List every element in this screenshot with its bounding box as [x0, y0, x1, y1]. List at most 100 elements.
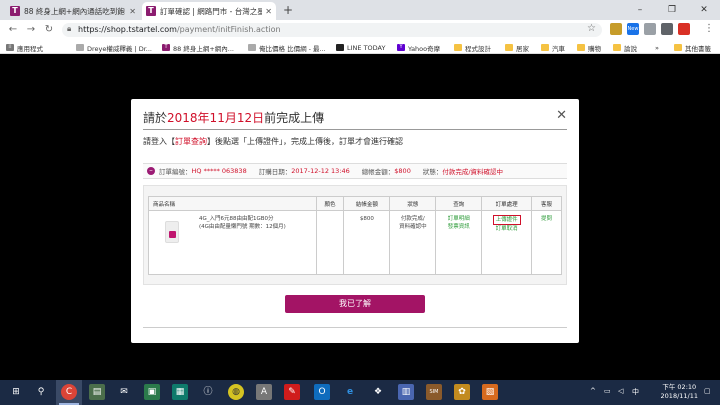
product-cell: 4G_入門6元88由由配1GB0分 (4G由由配量懶門號 期數：12個月): [148, 210, 317, 275]
mail-icon[interactable]: ✉: [116, 384, 132, 400]
acrobat-icon[interactable]: ✎: [284, 384, 300, 400]
bookmark-folder-car[interactable]: 汽車: [541, 42, 565, 53]
url-host: https://shop.tstartel.com: [78, 24, 177, 34]
browser-tab-order-confirm[interactable]: T 訂單確認 | 網路門市 - 台灣之星 ✕: [142, 2, 276, 20]
close-window-button[interactable]: ✕: [688, 0, 720, 20]
reload-icon[interactable]: ↻: [42, 23, 56, 37]
bookmark-tstar[interactable]: T 88 終身上網+網內...: [162, 42, 234, 53]
tab-close-icon[interactable]: ✕: [265, 7, 272, 16]
bookmark-dreye[interactable]: Dreye權威釋義 | Dr...: [76, 42, 152, 53]
app-icon[interactable]: ▧: [482, 384, 498, 400]
tstar-favicon-icon: T: [162, 44, 170, 51]
collapse-minus-icon[interactable]: –: [147, 167, 155, 175]
bookmark-folder-programming[interactable]: 程式設計: [454, 42, 491, 53]
action-cell: 上傳證件 訂單取消: [481, 210, 533, 275]
extension-icon[interactable]: [661, 23, 673, 35]
new-tab-button[interactable]: +: [283, 3, 293, 17]
yahoo-icon: Y: [397, 44, 405, 51]
taskbar-clock[interactable]: 下午 02:10 2018/11/11: [661, 383, 698, 401]
table-header-row: 商品名稱 顏色 結帳金額 狀態 查詢 訂單處理 客服: [148, 196, 562, 211]
bookmark-line-today[interactable]: LINE TODAY: [336, 42, 385, 53]
cloud-extension-icon[interactable]: [644, 23, 656, 35]
col-price: 結帳金額: [343, 196, 391, 211]
notification-icon[interactable]: ▢: [704, 387, 711, 395]
maximize-button[interactable]: ❐: [656, 0, 688, 20]
deadline-date: 2018年11月12日: [167, 111, 265, 125]
bookmark-price-compare[interactable]: 俺比價格 比價網 - 最...: [248, 42, 326, 53]
bookmark-folder-home[interactable]: 居家: [505, 42, 529, 53]
forward-arrow-icon[interactable]: →: [24, 23, 38, 37]
page-backdrop: 請於2018年11月12日前完成上傳 ✕ 請登入【訂單查詢】後點選「上傳證件」，…: [0, 54, 720, 380]
acknowledge-button[interactable]: 我已了解: [285, 295, 425, 313]
app-icon[interactable]: ▤: [89, 384, 105, 400]
bookmark-label: 其他書籤: [685, 44, 711, 53]
bookmark-other[interactable]: 其他書籤: [674, 42, 711, 53]
order-detail-panel: 商品名稱 顏色 結帳金額 狀態 查詢 訂單處理 客服 4G_入門6元88由由配1…: [143, 185, 567, 285]
bookmark-label: 購物: [588, 44, 601, 53]
bookmark-apps[interactable]: ⁞⁞ 應用程式: [6, 42, 43, 53]
address-bar[interactable]: 🔒︎ https://shop.tstartel.com/payment/ini…: [62, 23, 602, 37]
tab-title: 88 終身上網+網內通話吃到飽 -: [24, 6, 127, 16]
upload-id-button[interactable]: 上傳證件: [492, 215, 521, 225]
calculator-icon[interactable]: ⓘ: [200, 384, 216, 400]
window-controls: – ❐ ✕: [624, 0, 720, 20]
bookmark-yahoo[interactable]: Y Yahoo奇摩: [397, 42, 440, 53]
minimize-button[interactable]: –: [624, 0, 656, 20]
clock-date: 2018/11/11: [660, 392, 698, 400]
color-cell: [315, 210, 345, 275]
modal-close-icon[interactable]: ✕: [556, 109, 567, 123]
browser-toolbar: ← → ↻ 🔒︎ https://shop.tstartel.com/payme…: [0, 20, 720, 40]
order-detail-link[interactable]: 訂單明細: [436, 215, 481, 223]
app-icon[interactable]: ▥: [398, 384, 414, 400]
ask-question-link[interactable]: 提問: [532, 215, 561, 223]
search-icon[interactable]: ⚲: [33, 384, 49, 400]
extension-icon[interactable]: [610, 23, 622, 35]
bookmarks-more-chevron[interactable]: »: [655, 42, 659, 53]
chrome-icon[interactable]: C: [61, 384, 77, 400]
tab-strip: T 88 終身上網+網內通話吃到飽 - ✕ T 訂單確認 | 網路門市 - 台灣…: [0, 0, 720, 20]
apps-grid-icon: ⁞⁞: [6, 44, 14, 51]
browser-tab-88-plan[interactable]: T 88 終身上網+網內通話吃到飽 - ✕: [6, 2, 140, 20]
bookmark-folder-essays[interactable]: 論說: [613, 42, 637, 53]
bookmarks-bar: ⁞⁞ 應用程式 Dreye權威釋義 | Dr... T 88 終身上網+網內..…: [0, 40, 720, 54]
bookmark-star-icon[interactable]: ☆: [587, 23, 596, 34]
app-icon[interactable]: ▣: [144, 384, 160, 400]
app-icon[interactable]: ◍: [228, 384, 244, 400]
tray-chevron-icon[interactable]: ^: [590, 387, 596, 395]
shield-extension-icon[interactable]: [678, 23, 690, 35]
ime-icon[interactable]: 中: [632, 387, 639, 397]
cancel-order-link[interactable]: 訂單取消: [482, 225, 531, 233]
profile-avatar[interactable]: [690, 23, 702, 35]
status-line: 資料確認中: [399, 224, 427, 230]
windows-start-icon[interactable]: ⊞: [8, 384, 24, 400]
order-inquiry-link[interactable]: 訂單查詢: [175, 137, 207, 146]
col-action: 訂單處理: [481, 196, 533, 211]
outlook-icon[interactable]: O: [314, 384, 330, 400]
extension-new-icon[interactable]: New: [627, 23, 639, 35]
back-arrow-icon[interactable]: ←: [6, 23, 20, 37]
page-icon: [76, 44, 84, 51]
screen: T 88 終身上網+網內通話吃到飽 - ✕ T 訂單確認 | 網路門市 - 台灣…: [0, 0, 720, 405]
windows-taskbar: ⊞ ⚲ C ▤ ✉ ▣ ▦ ⓘ ◍ A ✎ O e ❖ ▥ SIM ✿ ▧ ^ …: [0, 380, 720, 405]
app-icon[interactable]: ✿: [454, 384, 470, 400]
sim-chip-icon: [169, 231, 176, 238]
order-date: 2017-12-12 13:46: [291, 167, 350, 175]
volume-icon[interactable]: ◁: [618, 387, 623, 395]
app-icon[interactable]: A: [256, 384, 272, 400]
query-cell: 訂單明細 發票資訊: [435, 210, 483, 275]
app-icon[interactable]: ▦: [172, 384, 188, 400]
app-icon[interactable]: SIM: [426, 384, 442, 400]
bookmark-folder-shopping[interactable]: 購物: [577, 42, 601, 53]
order-status: 付款完成/資料確認中: [442, 168, 504, 176]
browser-menu-icon[interactable]: ⋮: [704, 23, 714, 34]
product-text: 4G_入門6元88由由配1GB0分 (4G由由配量懶門號 期數：12個月): [199, 215, 286, 231]
invoice-info-link[interactable]: 發票資訊: [436, 223, 481, 231]
network-icon[interactable]: ▭: [604, 387, 611, 395]
app-icon[interactable]: ❖: [370, 384, 386, 400]
instruction-text: 請登入【訂單查詢】後點選「上傳證件」，完成上傳後，訂單才會進行確認: [143, 136, 403, 147]
folder-icon: [674, 44, 682, 51]
ie-icon[interactable]: e: [342, 384, 358, 400]
modal-title: 請於2018年11月12日前完成上傳: [143, 109, 324, 126]
folder-icon: [454, 44, 462, 51]
tab-close-icon[interactable]: ✕: [129, 7, 136, 16]
